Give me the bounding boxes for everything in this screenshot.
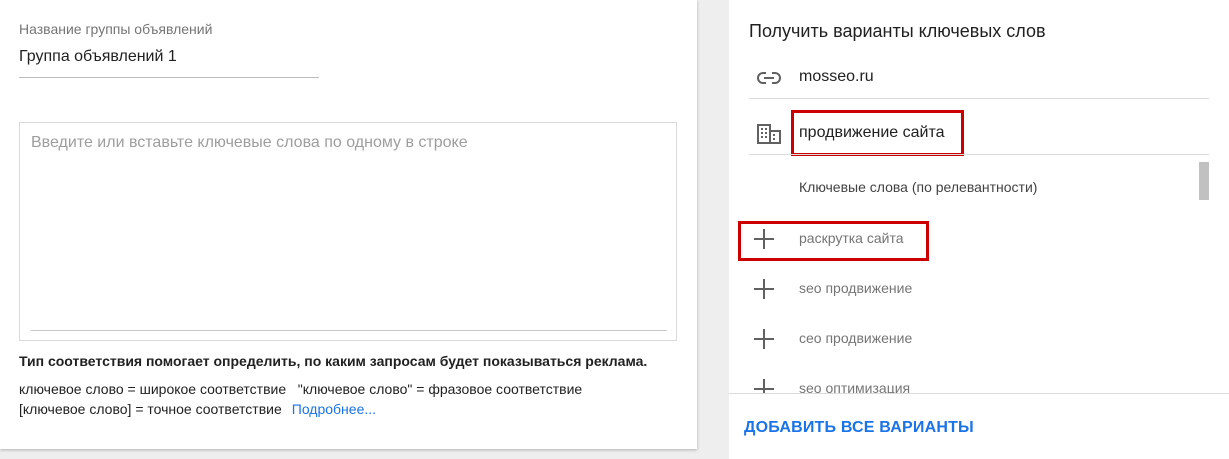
suggestion-item[interactable]: сео продвижение xyxy=(749,320,1189,360)
suggestion-label: сео продвижение xyxy=(799,330,913,346)
group-name-underline xyxy=(19,77,319,78)
match-type-exact: [ключевое слово] = точное соответствие xyxy=(19,401,282,417)
add-all-button[interactable]: ДОБАВИТЬ ВСЕ ВАРИАНТЫ xyxy=(744,419,974,437)
keywords-underline xyxy=(31,330,667,331)
group-name-input[interactable]: Группа объявлений 1 xyxy=(19,48,177,66)
url-row[interactable]: mosseo.ru xyxy=(749,54,1209,102)
match-type-line-2: [ключевое слово] = точное соответствие По… xyxy=(19,401,376,417)
suggestion-label: seo продвижение xyxy=(799,280,913,296)
product-highlight-box xyxy=(791,110,964,156)
suggestion-highlight-box xyxy=(738,221,929,261)
learn-more-link[interactable]: Подробнее... xyxy=(292,401,376,417)
match-type-line-1: ключевое слово = широкое соответствие "к… xyxy=(19,381,583,397)
link-icon xyxy=(755,66,783,90)
plus-icon[interactable] xyxy=(753,328,775,350)
suggestion-item[interactable]: seo оптимизация xyxy=(749,370,1189,393)
building-icon xyxy=(755,122,783,146)
ad-group-card: Название группы объявлений Группа объявл… xyxy=(0,0,697,449)
panel-title: Получить варианты ключевых слов xyxy=(749,21,1046,41)
product-separator xyxy=(749,154,1209,155)
suggestion-label: seo оптимизация xyxy=(799,380,911,393)
keyword-ideas-panel: Получить варианты ключевых слов mosseo.r… xyxy=(729,0,1229,459)
suggestion-item[interactable]: seo продвижение xyxy=(749,270,1189,310)
group-name-label: Название группы объявлений xyxy=(19,21,213,37)
keywords-placeholder: Введите или вставьте ключевые слова по о… xyxy=(31,134,468,151)
footer-separator xyxy=(729,393,1229,394)
url-separator xyxy=(749,98,1209,99)
match-type-title: Тип соответствия помогает определить, по… xyxy=(19,353,648,369)
plus-icon[interactable] xyxy=(753,278,775,300)
url-value: mosseo.ru xyxy=(799,68,874,85)
suggestions-scrollbar[interactable] xyxy=(1199,162,1209,200)
keywords-textarea[interactable]: Введите или вставьте ключевые слова по о… xyxy=(19,122,677,341)
plus-icon[interactable] xyxy=(753,378,775,393)
keywords-column-header: Ключевые слова (по релевантности) xyxy=(799,179,1038,195)
